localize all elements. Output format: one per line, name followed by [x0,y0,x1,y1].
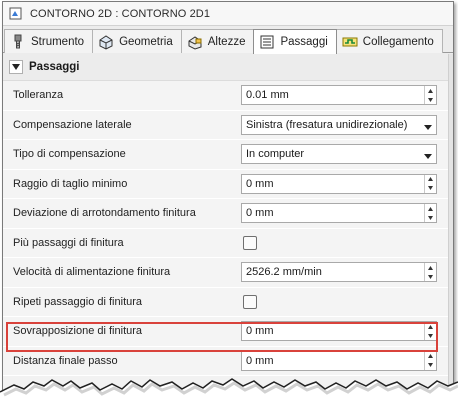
chevron-down-icon[interactable] [424,122,432,134]
tab-label: Passaggi [280,36,328,48]
window-icon [9,7,22,20]
row-final-step: Distanza finale passo 0 mm [3,347,453,376]
tolerance-input[interactable]: 0.01 mm [241,85,437,106]
finish-feedrate-input[interactable]: 2526.2 mm/min [241,262,437,283]
spin-up-icon[interactable] [425,352,436,361]
min-cut-radius-input[interactable]: 0 mm [241,173,437,194]
row-label: Raggio di taglio minimo [13,177,128,190]
triangle-down-icon [12,63,20,70]
field-value: 0 mm [246,354,274,367]
row-label: Ripeti passaggio di finitura [13,295,143,308]
tab-label: Collegamento [362,35,434,48]
min-cut-radius-spinner[interactable] [424,174,436,193]
title-bar: CONTORNO 2D : CONTORNO 2D1 [3,2,453,26]
repeat-finish-checkbox[interactable] [243,294,257,309]
window-title: CONTORNO 2D : CONTORNO 2D1 [30,7,211,20]
spin-up-icon[interactable] [425,86,436,95]
row-compensation-type: Tipo di compensazione In computer [3,140,453,170]
row-compensation: Compensazione laterale Sinistra (fresatu… [3,111,453,140]
finish-overlap-spinner[interactable] [424,322,436,341]
row-finish-overlap: Sovrapposizione di finitura 0 mm [3,317,453,347]
field-value: 0 mm [246,177,274,190]
tab-label: Strumento [31,35,85,48]
tab-bar: Strumento Geometria Altezze Passaggi Col… [3,26,453,54]
finish-overlap-input[interactable]: 0 mm [241,321,437,342]
parameters-list: Tolleranza 0.01 mm Compensazione lateral… [3,81,453,376]
row-label: Velocità di alimentazione finitura [13,266,171,279]
field-value: 2526.2 mm/min [246,266,322,279]
tab-collegamento[interactable]: Collegamento [335,29,443,53]
row-tolerance: Tolleranza 0.01 mm [3,81,453,111]
field-value: 0.01 mm [246,89,289,102]
field-value: Sinistra (fresatura unidirezionale) [246,118,408,131]
final-step-input[interactable]: 0 mm [241,350,437,371]
field-value: In computer [246,148,305,161]
row-label: Deviazione di arrotondamento finitura [13,207,196,220]
row-min-cut-radius: Raggio di taglio minimo 0 mm [3,170,453,199]
passes-icon [259,34,275,50]
tab-label: Altezze [207,35,246,48]
finish-feedrate-spinner[interactable] [424,263,436,282]
row-label: Tipo di compensazione [13,148,126,161]
spin-up-icon[interactable] [425,204,436,213]
spin-down-icon[interactable] [425,331,436,340]
spin-down-icon[interactable] [425,213,436,222]
tab-passaggi[interactable]: Passaggi [253,29,337,54]
spin-down-icon[interactable] [425,361,436,370]
tab-geometria[interactable]: Geometria [92,29,182,53]
row-label: Sovrapposizione di finitura [13,325,143,338]
finish-rounding-input[interactable]: 0 mm [241,203,437,224]
operation-dialog: CONTORNO 2D : CONTORNO 2D1 Strumento Geo… [2,1,454,409]
field-value: 0 mm [246,207,274,220]
chevron-down-icon[interactable] [424,151,432,163]
tool-icon [10,34,26,50]
spin-down-icon[interactable] [425,272,436,281]
tab-altezze[interactable]: Altezze [180,29,255,53]
compensation-select[interactable]: Sinistra (fresatura unidirezionale) [241,114,437,135]
section-passaggi-header[interactable]: Passaggi [3,53,453,81]
row-finish-feedrate: Velocità di alimentazione finitura 2526.… [3,258,453,288]
spin-down-icon[interactable] [425,184,436,193]
collapse-toggle[interactable] [9,59,23,74]
tolerance-spinner[interactable] [424,86,436,105]
tab-label: Geometria [119,35,173,48]
section-title: Passaggi [29,60,80,73]
row-label: Più passaggi di finitura [13,236,124,249]
final-step-spinner[interactable] [424,351,436,370]
spin-up-icon[interactable] [425,322,436,331]
tab-strumento[interactable]: Strumento [4,29,94,53]
multiple-finish-checkbox[interactable] [243,235,257,250]
spin-up-icon[interactable] [425,263,436,272]
geometry-icon [98,34,114,50]
spin-down-icon[interactable] [425,95,436,104]
row-repeat-finish: Ripeti passaggio di finitura [3,288,453,317]
heights-icon [187,34,203,50]
compensation-type-select[interactable]: In computer [241,144,437,165]
row-multiple-finish: Più passaggi di finitura [3,229,453,258]
row-label: Distanza finale passo [13,354,118,367]
field-value: 0 mm [246,325,274,338]
row-finish-rounding: Deviazione di arrotondamento finitura 0 … [3,199,453,229]
row-label: Compensazione laterale [13,118,132,131]
linking-icon [342,34,358,50]
row-label: Tolleranza [13,89,64,102]
finish-rounding-spinner[interactable] [424,204,436,223]
scrollbar-track[interactable] [448,54,453,408]
spin-up-icon[interactable] [425,175,436,184]
